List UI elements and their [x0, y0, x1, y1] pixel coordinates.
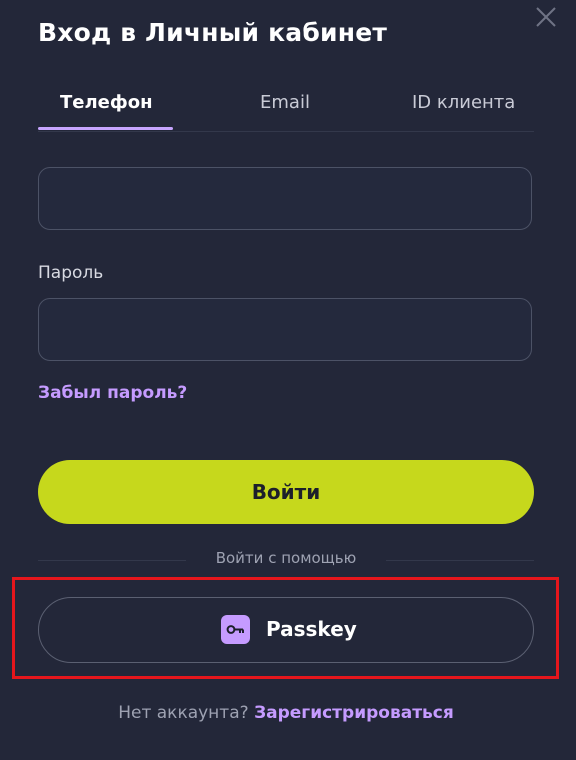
password-label: Пароль — [38, 263, 104, 283]
no-account-text: Нет аккаунта? — [118, 703, 249, 723]
modal-title: Вход в Личный кабинет — [38, 18, 388, 47]
tab-email[interactable]: Email — [260, 92, 310, 113]
tab-phone[interactable]: Телефон — [60, 92, 153, 113]
login-button[interactable]: Войти — [38, 460, 534, 524]
passkey-label: Passkey — [266, 617, 357, 641]
divider-text: Войти с помощью — [215, 549, 357, 567]
forgot-password-link[interactable]: Забыл пароль? — [38, 383, 187, 403]
login-method-tabs: Телефон Email ID клиента — [38, 86, 534, 132]
login-modal: Вход в Личный кабинет Телефон Email ID к… — [0, 0, 576, 760]
phone-input[interactable] — [38, 167, 532, 230]
passkey-button[interactable]: Passkey — [38, 597, 534, 663]
key-icon — [221, 615, 250, 644]
register-link[interactable]: Зарегистрироваться — [254, 703, 454, 723]
tab-client-id[interactable]: ID клиента — [412, 92, 515, 113]
active-tab-indicator — [38, 127, 173, 130]
close-button[interactable] — [534, 5, 558, 29]
divider-line-right — [386, 560, 534, 561]
password-input[interactable] — [38, 298, 532, 361]
register-prompt: Нет аккаунта? Зарегистрироваться — [0, 703, 572, 723]
close-icon — [536, 7, 556, 27]
